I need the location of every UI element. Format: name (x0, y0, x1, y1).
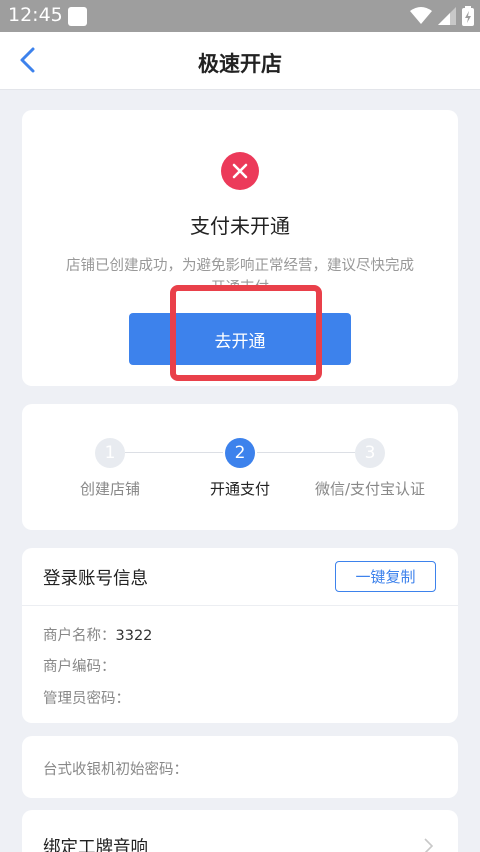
merchant-name-value: 3322 (115, 628, 153, 644)
step-connector (257, 452, 355, 453)
merchant-name-label: 商户名称： (43, 628, 116, 644)
status-bar: 12:45 (0, 0, 480, 32)
pos-initial-password-label: 台式收银机初始密码： (43, 762, 188, 778)
bind-speaker-label: 绑定工牌音响 (43, 838, 148, 852)
bind-speaker-row[interactable]: 绑定工牌音响 (22, 810, 458, 852)
merchant-name-row: 商户名称：3322 (43, 624, 152, 645)
admin-password-row: 管理员密码： (43, 687, 130, 708)
payment-status-title: 支付未开通 (190, 214, 290, 238)
progress-stepper-card: 1 2 3 创建店铺 开通支付 微信/支付宝认证 (22, 404, 458, 530)
merchant-code-label: 商户编码： (43, 659, 116, 675)
payment-status-description: 店铺已创建成功，为避免影响正常经营，建议尽快完成开通支付 (66, 258, 414, 287)
copy-all-button[interactable]: 一键复制 (335, 561, 436, 592)
step-2-label: 开通支付 (209, 480, 270, 498)
app-bar: 极速开店 (0, 32, 480, 90)
merchant-code-row: 商户编码： (43, 655, 116, 676)
battery-icon (462, 6, 474, 26)
error-icon (221, 152, 259, 190)
chevron-right-icon (424, 838, 434, 852)
step-1-circle: 1 (95, 438, 125, 468)
signal-icon (438, 7, 456, 25)
account-info-header: 登录账号信息 一键复制 (22, 548, 458, 606)
step-3-circle: 3 (355, 438, 385, 468)
step-1-label: 创建店铺 (79, 480, 140, 498)
step-2-circle: 2 (225, 438, 255, 468)
status-icons (410, 6, 474, 26)
step-3-label: 微信/支付宝认证 (314, 480, 426, 498)
payment-status-card: 支付未开通 店铺已创建成功，为避免影响正常经营，建议尽快完成开通支付 去开通 (22, 110, 458, 386)
admin-password-label: 管理员密码： (43, 691, 130, 707)
step-connector (125, 452, 223, 453)
status-time: 12:45 (8, 4, 63, 26)
activate-payment-button[interactable]: 去开通 (129, 313, 351, 365)
page-title: 极速开店 (198, 52, 282, 76)
account-info-card: 登录账号信息 一键复制 商户名称：3322 商户编码： 管理员密码： (22, 548, 458, 723)
wifi-icon (410, 7, 432, 24)
account-info-title: 登录账号信息 (43, 569, 148, 589)
pos-password-card: 台式收银机初始密码： (22, 736, 458, 798)
notification-icon (68, 7, 87, 26)
